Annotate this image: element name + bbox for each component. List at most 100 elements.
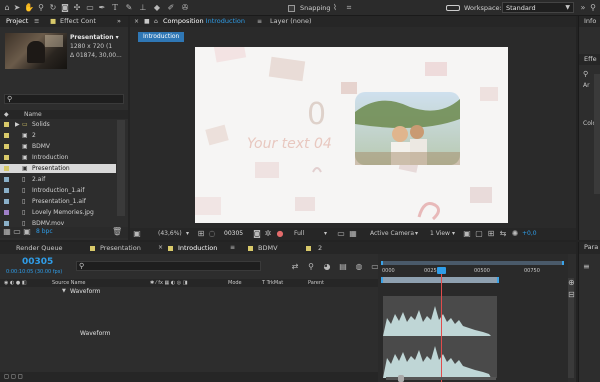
list-item[interactable]: ▯ Lovely Memories.jpg: [0, 208, 128, 217]
zoom-in-icon[interactable]: ⊕: [568, 278, 575, 287]
workspace-toggle-icon[interactable]: [446, 5, 460, 11]
column-mode[interactable]: Mode: [228, 279, 242, 287]
roto-brush-tool-icon[interactable]: ✐: [166, 3, 176, 13]
exposure-icon[interactable]: ✺: [510, 229, 520, 239]
playhead-handle[interactable]: [437, 267, 446, 274]
snap-magnet-icon[interactable]: ⌗: [344, 3, 354, 13]
list-item[interactable]: ▯ 2.aif: [0, 175, 128, 184]
frame-blending-icon[interactable]: ▤: [338, 262, 348, 272]
column-source-name[interactable]: Source Name: [52, 279, 86, 287]
rectangle-tool-icon[interactable]: ▭: [85, 3, 95, 13]
right-panel-scrollbar[interactable]: [594, 74, 600, 194]
pan-behind-tool-icon[interactable]: ✣: [72, 3, 82, 13]
bpc-label[interactable]: 8 bpc: [36, 227, 53, 237]
exposure-value[interactable]: +0,0: [522, 228, 537, 240]
expand-arrow-icon[interactable]: ▶: [15, 120, 20, 129]
paragraph-align-icons[interactable]: ≡: [583, 262, 590, 271]
search-help-icon[interactable]: ⚲: [588, 3, 598, 13]
camera-tool-icon[interactable]: ◙: [60, 3, 70, 13]
new-folder-icon[interactable]: ▭: [12, 227, 22, 237]
info-tab[interactable]: Info: [579, 16, 600, 27]
fast-previews-icon[interactable]: ▢: [474, 229, 484, 239]
snapshot-icon[interactable]: ◙: [252, 229, 262, 239]
time-ruler[interactable]: 0000 00250 00500 00750: [378, 266, 568, 276]
tab-composition[interactable]: Composition Introduction: [163, 16, 245, 27]
tab-presentation[interactable]: Presentation: [100, 242, 141, 254]
brush-tool-icon[interactable]: ✎: [124, 3, 134, 13]
tab-layer[interactable]: Layer (none): [270, 16, 311, 27]
new-comp-icon[interactable]: ▣: [22, 227, 32, 237]
hand-tool-icon[interactable]: ✋: [24, 3, 34, 13]
list-item[interactable]: ▯ Introduction_1.aif: [0, 186, 128, 195]
list-item-selected[interactable]: ▣ Presentation: [0, 164, 116, 173]
more-icon[interactable]: »: [578, 3, 588, 13]
motion-blur-icon[interactable]: ◍: [354, 262, 364, 272]
tab-bdmv[interactable]: BDMV: [258, 242, 278, 254]
list-item[interactable]: ▯ Presentation_1.aif: [0, 197, 128, 206]
timeline-toggle-icon[interactable]: ⊞: [486, 229, 496, 239]
draft-3d-icon[interactable]: ⚲: [306, 262, 316, 272]
interpret-footage-icon[interactable]: ▦: [2, 227, 12, 237]
type-tool-icon[interactable]: T: [110, 3, 120, 13]
expand-panels-icon[interactable]: »: [117, 16, 121, 27]
zoom-slider-knob[interactable]: [398, 375, 404, 382]
clone-stamp-tool-icon[interactable]: ⊥: [138, 3, 148, 13]
list-item[interactable]: ▶ ▭ Solids: [0, 120, 128, 129]
rotate-tool-icon[interactable]: ↻: [48, 3, 58, 13]
shy-layers-icon[interactable]: ◕: [322, 262, 332, 272]
current-time-indicator[interactable]: [441, 268, 442, 382]
flowchart-icon[interactable]: ⇆: [498, 229, 508, 239]
list-item[interactable]: ▣ 2: [0, 131, 128, 140]
project-search-field[interactable]: ⚲: [4, 94, 124, 104]
panel-menu-icon[interactable]: ≡: [230, 242, 235, 254]
color-icon[interactable]: ●: [275, 229, 285, 239]
list-item[interactable]: ▣ BDMV: [0, 142, 128, 151]
close-icon[interactable]: ×: [134, 16, 139, 27]
tab-introduction[interactable]: Introduction: [178, 242, 217, 254]
timeline-search-field[interactable]: ⚲: [76, 261, 261, 271]
pixel-aspect-icon[interactable]: ▣: [462, 229, 472, 239]
work-area-bar[interactable]: [381, 261, 564, 265]
camera-select[interactable]: Active Camera: [370, 228, 414, 240]
zoom-tool-icon[interactable]: ⚲: [36, 3, 46, 13]
twirl-down-icon[interactable]: ▼: [62, 287, 66, 296]
tab-effect-controls[interactable]: Effect Cont: [60, 16, 96, 27]
show-channel-icon[interactable]: ✲: [263, 229, 273, 239]
comp-canvas[interactable]: 0 Your text 04: [195, 47, 508, 223]
column-parent[interactable]: Parent: [308, 279, 324, 287]
lock-icon[interactable]: ■: [144, 16, 150, 27]
snap-options-icon[interactable]: ⌇: [330, 3, 340, 13]
animation-presets-label[interactable]: Ar: [583, 82, 590, 89]
effects-search-icon[interactable]: ⚲: [583, 70, 588, 78]
puppet-pin-tool-icon[interactable]: ✇: [180, 3, 190, 13]
panel-menu-icon[interactable]: ≡: [34, 16, 39, 27]
tab-2[interactable]: 2: [318, 242, 322, 254]
panel-menu-icon[interactable]: ≡: [257, 16, 262, 27]
selection-tool-icon[interactable]: ➤: [12, 3, 22, 13]
region-of-interest-icon[interactable]: ▭: [336, 229, 346, 239]
transparency-grid-icon[interactable]: ▦: [348, 229, 358, 239]
resolution-select[interactable]: Full: [294, 228, 304, 240]
paragraph-tab[interactable]: Para: [579, 242, 600, 254]
tab-project[interactable]: Project: [6, 16, 28, 27]
waveform-group-row[interactable]: ▼ Waveform: [0, 287, 378, 296]
comp-mini-flowchart-icon[interactable]: ⇄: [290, 262, 300, 272]
column-name[interactable]: Name: [24, 110, 42, 119]
zoom-out-icon[interactable]: ⊟: [568, 290, 575, 299]
tab-render-queue[interactable]: Render Queue: [16, 242, 63, 254]
comp-breadcrumb[interactable]: Introduction: [138, 32, 185, 42]
eraser-tool-icon[interactable]: ◆: [152, 3, 162, 13]
timeline-zoom-slider[interactable]: [386, 375, 496, 382]
effects-tab[interactable]: Effe: [579, 54, 600, 65]
trash-icon[interactable]: 🗑: [112, 227, 122, 237]
project-scrollbar[interactable]: [117, 120, 125, 216]
canvas-placeholder-text[interactable]: Your text 04: [247, 136, 332, 152]
snapping-checkbox[interactable]: [288, 5, 295, 12]
close-icon[interactable]: ×: [158, 242, 163, 254]
work-area-range[interactable]: [381, 277, 499, 283]
always-preview-icon[interactable]: ▣: [132, 229, 142, 239]
footer-toggle-icons[interactable]: ◻ ◻ ◻: [4, 372, 23, 382]
zoom-chevron-icon[interactable]: ▾: [186, 228, 189, 240]
preview-name[interactable]: Presentation ▾: [70, 34, 119, 41]
tab-effect-controls-lock-icon[interactable]: ■: [50, 16, 56, 27]
